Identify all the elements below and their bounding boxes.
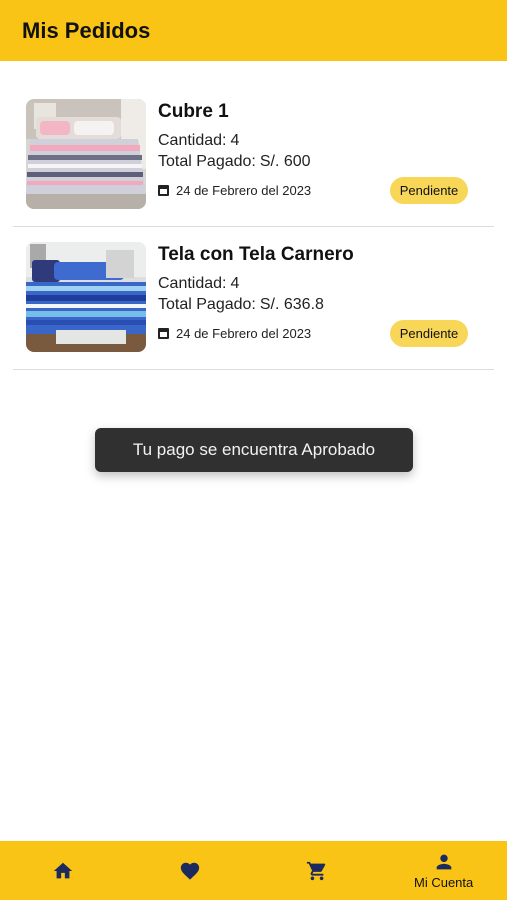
page-title: Mis Pedidos (22, 17, 151, 43)
nav-home[interactable] (0, 841, 127, 900)
heart-icon (180, 862, 200, 880)
person-icon (436, 854, 451, 870)
nav-account[interactable]: Mi Cuenta (380, 841, 507, 900)
total-value: S/. 636.8 (259, 296, 324, 313)
quantity-text: Cantidad: 4 (158, 275, 239, 293)
calendar-icon (158, 185, 169, 196)
order-item[interactable]: Tela con Tela Carnero Cantidad: 4 Total P… (13, 227, 494, 370)
bedding-image-icon (26, 242, 146, 352)
bottom-nav: Mi Cuenta (0, 841, 507, 900)
quantity-label: Cantidad: (158, 132, 227, 149)
product-name: Cubre 1 (158, 101, 229, 122)
order-item[interactable]: Cubre 1 Cantidad: 4 Total Pagado: S/. 600 … (13, 84, 494, 227)
order-date: 24 de Febrero del 2023 (158, 326, 311, 341)
total-text: Total Pagado: S/. 636.8 (158, 296, 324, 314)
order-date: 24 de Febrero del 2023 (158, 183, 311, 198)
app-bar: Mis Pedidos (0, 0, 507, 61)
quantity-text: Cantidad: 4 (158, 132, 239, 150)
nav-favorites[interactable] (127, 841, 254, 900)
toast-message: Tu pago se encuentra Aprobado (95, 428, 413, 472)
home-icon (54, 862, 73, 878)
nav-account-label: Mi Cuenta (414, 875, 474, 890)
bedding-image-icon (26, 99, 146, 209)
nav-cart[interactable] (254, 841, 381, 900)
order-date-text: 24 de Febrero del 2023 (176, 326, 312, 341)
quantity-label: Cantidad: (158, 275, 227, 292)
total-label: Total Pagado: (158, 296, 256, 313)
product-image[interactable] (26, 242, 146, 352)
status-badge: Pendiente (390, 320, 468, 347)
quantity-value: 4 (230, 132, 240, 149)
product-image[interactable] (26, 99, 146, 209)
total-value: S/. 600 (259, 153, 311, 170)
order-list: Cubre 1 Cantidad: 4 Total Pagado: S/. 600 … (0, 84, 507, 370)
cart-icon (306, 861, 326, 880)
status-badge: Pendiente (390, 177, 468, 204)
total-text: Total Pagado: S/. 600 (158, 153, 311, 171)
quantity-value: 4 (230, 275, 240, 292)
order-date-text: 24 de Febrero del 2023 (176, 183, 312, 198)
product-name: Tela con Tela Carnero (158, 244, 354, 265)
calendar-icon (158, 328, 169, 339)
total-label: Total Pagado: (158, 153, 256, 170)
